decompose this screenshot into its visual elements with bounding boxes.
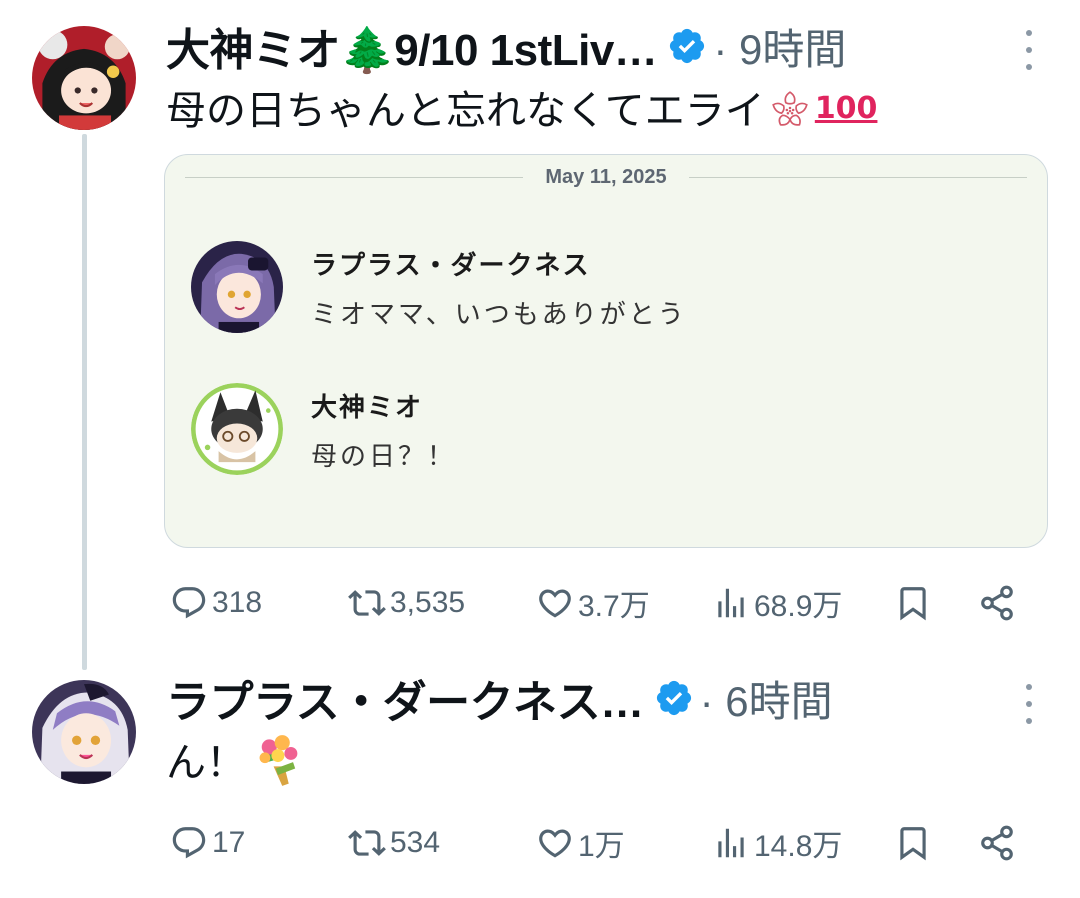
chat-avatar-mio [191,383,283,475]
like-count: 3.7万 [578,590,650,623]
repost-count: 534 [390,826,441,859]
views-icon [718,828,744,858]
like-button[interactable]: 1万 [536,818,625,868]
bookmark-icon [900,827,926,861]
share-button[interactable] [978,818,1016,868]
reply-button[interactable]: 17 [170,818,245,868]
views-count: 14.8万 [754,830,843,863]
repost-icon [348,590,386,616]
views-button[interactable]: 14.8万 [712,818,842,868]
tweet-header: ラプラス・ダークネス… · 6時間 [166,668,833,729]
share-icon [981,825,1013,861]
heart-icon [539,829,571,858]
tweet-text-body: ん！ [166,740,246,786]
reply-button[interactable]: 318 [170,578,262,628]
tweet-text: ん！ [166,730,306,788]
reply-icon [172,587,206,619]
chat-message: ラプラス・ダークネス ミオママ、いつもありがとう [191,241,687,333]
thread-connector-line [82,134,87,670]
chat-message-text: 母の日？！ [311,442,457,472]
tweet-action-bar: 17 534 1万 14.8万 [166,818,1050,868]
more-icon [1026,684,1032,690]
author-avatar-mio[interactable] [32,26,136,130]
verified-badge-icon [670,28,705,64]
chat-sender-name: ラプラス・ダークネス [311,251,591,281]
author-name[interactable]: ラプラス・ダークネス… [166,666,644,730]
chat-date-divider: May 11, 2025 [185,165,1027,189]
author-avatar-laplus[interactable] [32,680,136,784]
like-count: 1万 [578,830,625,863]
views-count: 68.9万 [754,590,843,623]
repost-button[interactable]: 3,535 [348,578,465,628]
share-icon [981,585,1013,621]
author-name[interactable]: 大神ミオ🌲9/10 1stLiv… [166,14,658,78]
chat-date: May 11, 2025 [545,165,667,188]
reply-icon [172,827,206,859]
views-icon [718,588,744,618]
embedded-chat-image[interactable]: May 11, 2025 ラプラス・ダークネス ミオママ、いつもありがとう 大神… [164,154,1048,548]
bouquet-icon [259,735,298,786]
tweet-action-bar: 318 3,535 3.7万 68.9万 [166,578,1050,628]
views-button[interactable]: 68.9万 [712,578,842,628]
like-button[interactable]: 3.7万 [536,578,650,628]
chat-message-text: ミオママ、いつもありがとう [311,300,687,330]
share-button[interactable] [978,578,1016,628]
bookmark-button[interactable] [894,818,932,868]
bookmark-icon [900,587,926,621]
tweet-text-body: 母の日ちゃんと忘れなくてエライ [166,88,765,134]
chat-message: 大神ミオ 母の日？！ [191,383,456,475]
cherry-blossom-icon [772,91,808,126]
hundred-points-icon: 100 [814,91,878,126]
reply-count: 318 [212,586,263,619]
more-options-button[interactable] [1022,684,1036,724]
more-icon [1026,30,1032,36]
bookmark-button[interactable] [894,578,932,628]
chat-sender-name: 大神ミオ [311,393,424,423]
repost-button[interactable]: 534 [348,818,440,868]
tweet-timestamp[interactable]: · 6時間 [700,668,833,729]
repost-count: 3,535 [390,586,466,619]
more-options-button[interactable] [1022,30,1036,70]
heart-icon [539,589,571,618]
verified-badge-icon [656,680,691,716]
tweet-timestamp[interactable]: · 9時間 [713,16,846,77]
tweet-header: 大神ミオ🌲9/10 1stLiv… · 9時間 [166,16,846,77]
tweet-text: 母の日ちゃんと忘れなくてエライ 100 [166,78,877,136]
chat-avatar-laplus [191,241,283,333]
reply-count: 17 [212,826,246,859]
repost-icon [348,830,386,856]
